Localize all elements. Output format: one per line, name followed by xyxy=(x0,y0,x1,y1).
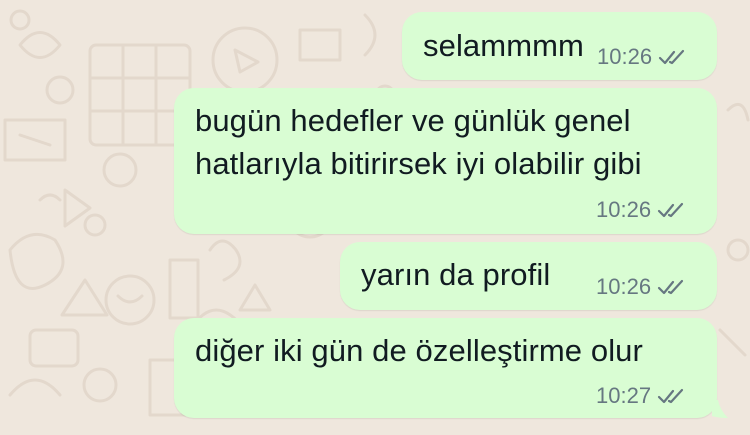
message-text: yarın da profil xyxy=(361,257,551,292)
message-time: 10:26 xyxy=(597,44,653,69)
message-bubble-outgoing[interactable]: diğer iki gün de özelleştirme olur 10:27 xyxy=(174,318,717,418)
message-text-line: bugün hedefler ve günlük genel xyxy=(195,103,631,138)
message-bubble-outgoing[interactable]: selammmm 10:26 xyxy=(402,12,717,80)
double-check-icon xyxy=(657,202,684,218)
message-time: 10:27 xyxy=(596,383,652,408)
double-check-icon xyxy=(657,388,684,404)
message-meta: 10:27 xyxy=(596,384,687,408)
message-bubble-outgoing[interactable]: bugün hedefler ve günlük genel hatlarıyl… xyxy=(174,88,717,234)
double-check-icon xyxy=(658,49,685,65)
message-time: 10:26 xyxy=(596,197,652,222)
bubble-tail xyxy=(712,400,728,418)
message-text: diğer iki gün de özelleştirme olur xyxy=(195,333,643,368)
double-check-icon xyxy=(657,279,684,295)
message-time: 10:26 xyxy=(596,274,652,299)
message-bubble-outgoing[interactable]: yarın da profil 10:26 xyxy=(340,242,717,310)
message-text: selammmm xyxy=(423,28,584,63)
message-meta: 10:26 xyxy=(596,198,687,222)
message-text-line: hatlarıyla bitirirsek iyi olabilir gibi xyxy=(195,146,642,181)
message-meta: 10:26 xyxy=(597,45,688,69)
message-meta: 10:26 xyxy=(596,275,687,299)
